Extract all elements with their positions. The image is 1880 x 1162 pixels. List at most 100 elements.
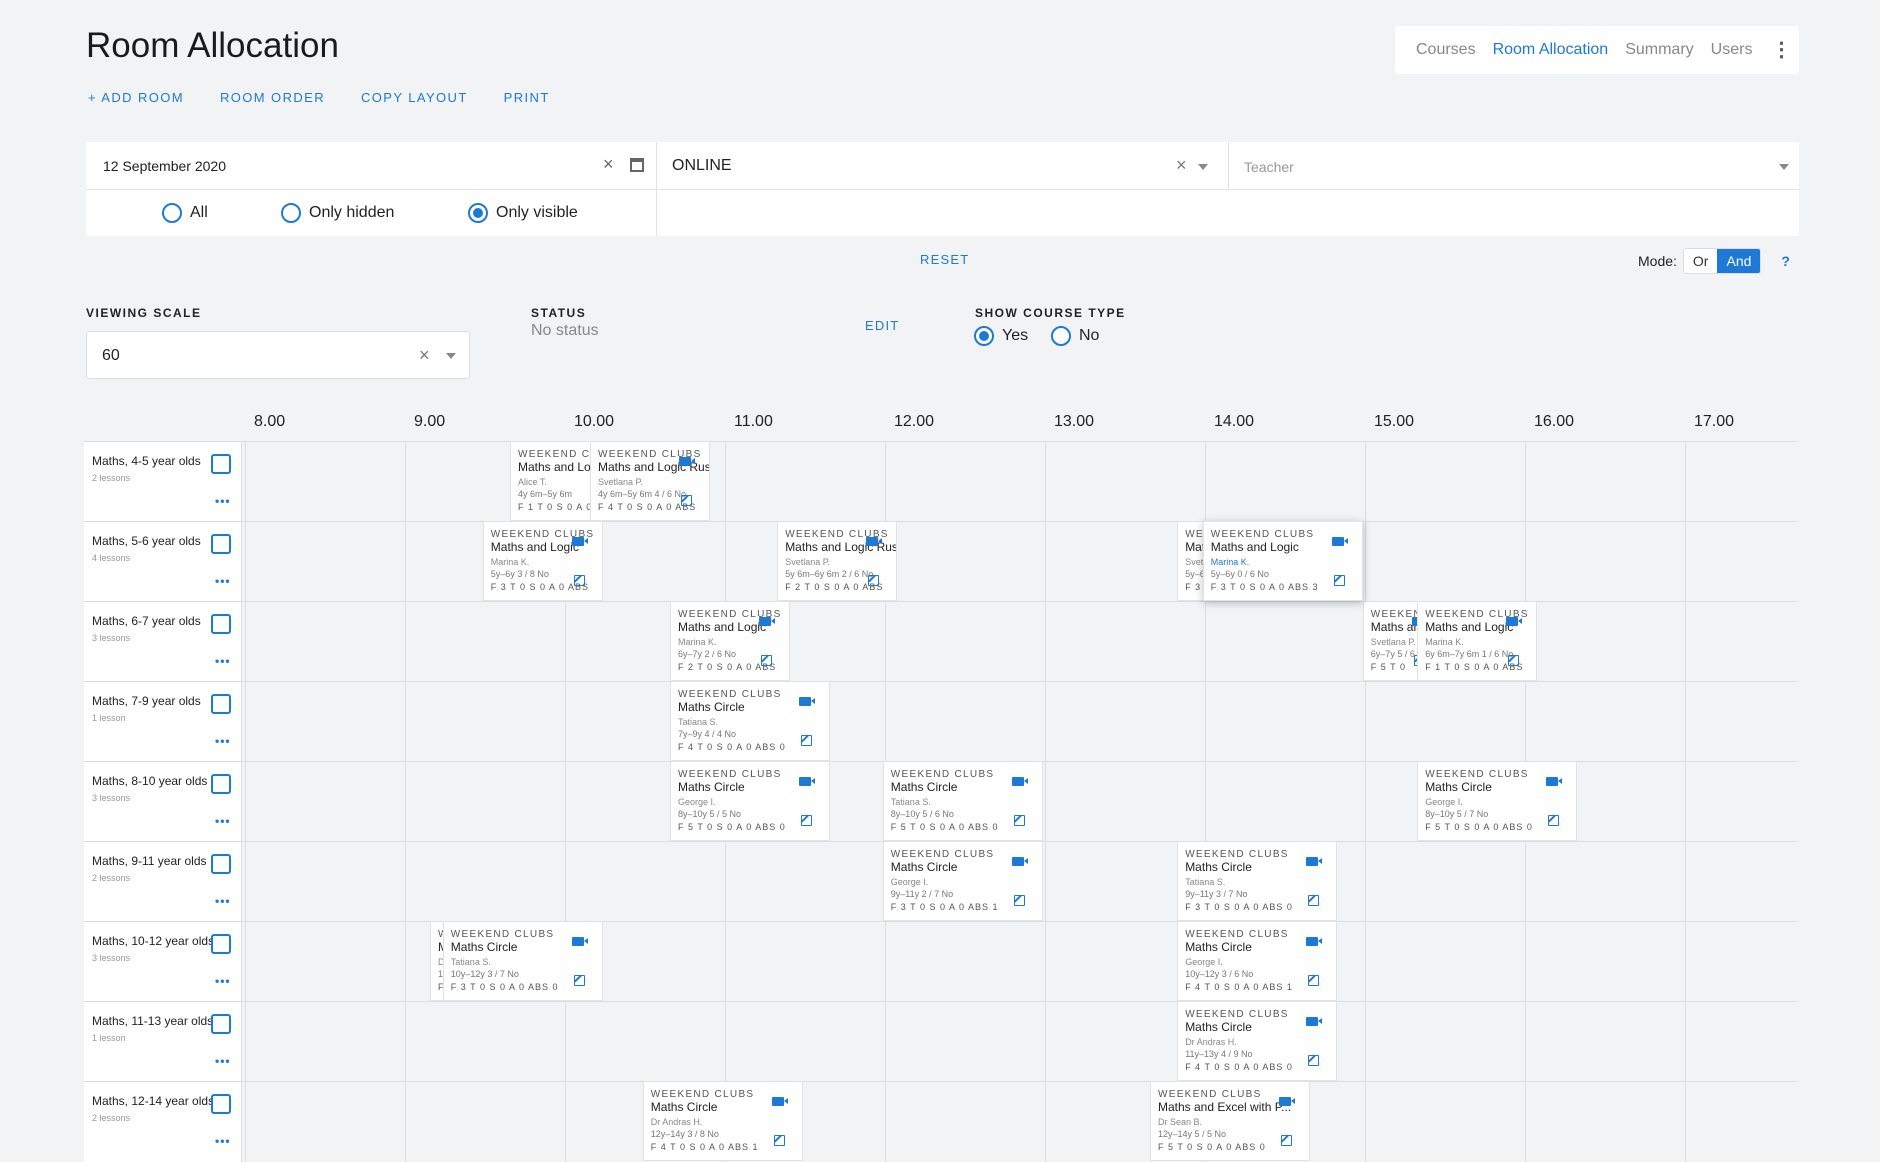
chevron-down-icon[interactable]: [446, 353, 456, 359]
room-more-icon[interactable]: •••: [215, 574, 231, 588]
mode-and-button[interactable]: And: [1717, 249, 1761, 273]
lesson-card[interactable]: WEEKEND CLUBS Maths and Logic Marina K. 5y–…: [482, 521, 603, 601]
video-icon[interactable]: [1546, 777, 1563, 786]
room-checkbox[interactable]: [211, 454, 231, 474]
more-menu-icon[interactable]: ⋮: [1771, 40, 1791, 60]
add-room-button[interactable]: + ADD ROOM: [88, 90, 184, 105]
edit-icon[interactable]: [801, 735, 812, 746]
lesson-card[interactable]: WEEKEND CLUBS Maths Circle Tatiana S. 10y–1…: [442, 921, 603, 1001]
edit-status-button[interactable]: EDIT: [865, 318, 899, 333]
chevron-down-icon[interactable]: [1198, 164, 1208, 170]
video-icon[interactable]: [799, 697, 815, 706]
video-icon[interactable]: [866, 537, 883, 546]
room-checkbox[interactable]: [211, 1014, 231, 1034]
help-icon[interactable]: ?: [1781, 253, 1790, 269]
course-type-yes[interactable]: Yes: [974, 326, 1028, 346]
course-type-yes-circle[interactable]: [974, 326, 994, 346]
edit-icon[interactable]: [868, 575, 880, 586]
video-icon[interactable]: [759, 617, 775, 626]
teacher-filter[interactable]: Teacher: [1229, 142, 1799, 190]
clear-date-icon[interactable]: ×: [603, 154, 614, 175]
lesson-card[interactable]: WEEKEND CLUBS Maths and Logic Marina K. 5y–…: [1202, 521, 1363, 601]
edit-icon[interactable]: [1308, 895, 1320, 906]
course-type-no[interactable]: No: [1051, 326, 1099, 346]
room-filter[interactable]: ONLINE ×: [657, 142, 1229, 190]
room-more-icon[interactable]: •••: [215, 1134, 231, 1148]
lesson-card[interactable]: WEEKEND CLUBS Maths Circle Dr Andras H. 11y…: [1177, 1001, 1338, 1081]
mode-or-button[interactable]: Or: [1683, 249, 1718, 273]
video-icon[interactable]: [1306, 937, 1323, 946]
chevron-down-icon[interactable]: [1779, 164, 1789, 170]
radio-all-circle[interactable]: [162, 203, 182, 223]
edit-icon[interactable]: [1548, 815, 1560, 826]
radio-only-hidden-circle[interactable]: [281, 203, 301, 223]
viewing-scale-select[interactable]: 60 ×: [86, 331, 470, 379]
room-more-icon[interactable]: •••: [215, 494, 231, 508]
edit-icon[interactable]: [761, 655, 772, 666]
room-more-icon[interactable]: •••: [215, 814, 231, 828]
clear-scale-icon[interactable]: ×: [419, 345, 430, 366]
room-checkbox[interactable]: [211, 854, 231, 874]
copy-layout-button[interactable]: COPY LAYOUT: [361, 90, 468, 105]
lesson-card[interactable]: WEEKEND CLUBS Maths Circle George I. 9y–11y…: [882, 841, 1043, 921]
room-checkbox[interactable]: [211, 694, 231, 714]
lesson-card[interactable]: WEEKEND CLUBS Maths Circle George I. 10y–12…: [1177, 921, 1338, 1001]
edit-icon[interactable]: [801, 815, 812, 826]
room-checkbox[interactable]: [211, 534, 231, 554]
edit-icon[interactable]: [681, 495, 692, 506]
lesson-card[interactable]: WEEKEND CLUBS Maths Circle Tatiana S. 9y–11…: [1177, 841, 1338, 921]
edit-icon[interactable]: [573, 975, 585, 986]
video-icon[interactable]: [1279, 1097, 1295, 1106]
room-more-icon[interactable]: •••: [215, 894, 231, 908]
nav-summary[interactable]: Summary: [1625, 41, 1693, 59]
room-order-button[interactable]: ROOM ORDER: [220, 90, 325, 105]
lesson-card[interactable]: WEEKEND CLUBS Maths Circle Dr Andras H. 12y…: [642, 1081, 803, 1161]
video-icon[interactable]: [1331, 537, 1348, 546]
edit-icon[interactable]: [573, 575, 585, 586]
lesson-card[interactable]: WEEKEND CLUBS Maths and Logic Rus Svetlana…: [777, 521, 898, 601]
lesson-card[interactable]: WEEKEND CLUBS Maths and Logic Rus Svetlana…: [590, 441, 710, 521]
edit-icon[interactable]: [1281, 1135, 1292, 1146]
nav-users[interactable]: Users: [1711, 41, 1753, 59]
calendar-icon[interactable]: [630, 158, 644, 172]
lesson-card[interactable]: WEEKEND CLUBS Maths Circle George I. 8y–10y…: [1417, 761, 1578, 841]
lesson-card[interactable]: WEEKEND CLUBS Maths Circle Tatiana S. 7y–9y…: [670, 681, 830, 761]
edit-icon[interactable]: [1013, 895, 1025, 906]
clear-room-icon[interactable]: ×: [1176, 155, 1187, 176]
date-filter[interactable]: 12 September 2020 ×: [86, 142, 657, 190]
radio-only-hidden[interactable]: Only hidden: [281, 203, 394, 223]
edit-icon[interactable]: [1308, 975, 1320, 986]
reset-button[interactable]: RESET: [920, 252, 969, 267]
video-icon[interactable]: [1011, 857, 1028, 866]
room-more-icon[interactable]: •••: [215, 1054, 231, 1068]
lesson-card[interactable]: WEEKEND CLUBS Maths and Excel with P... Dr…: [1150, 1081, 1310, 1161]
edit-icon[interactable]: [1013, 815, 1025, 826]
edit-icon[interactable]: [1333, 575, 1345, 586]
video-icon[interactable]: [1306, 857, 1323, 866]
course-type-no-circle[interactable]: [1051, 326, 1071, 346]
room-more-icon[interactable]: •••: [215, 654, 231, 668]
video-icon[interactable]: [771, 1097, 788, 1106]
video-icon[interactable]: [679, 457, 695, 466]
edit-icon[interactable]: [773, 1135, 785, 1146]
video-icon[interactable]: [799, 777, 815, 786]
print-button[interactable]: PRINT: [504, 90, 550, 105]
edit-icon[interactable]: [1508, 655, 1520, 666]
video-icon[interactable]: [1306, 1017, 1323, 1026]
room-checkbox[interactable]: [211, 934, 231, 954]
video-icon[interactable]: [1506, 617, 1523, 626]
lesson-card[interactable]: WEEKEND CLUBS Maths and Logic Marina K. 6y …: [1417, 601, 1538, 681]
room-checkbox[interactable]: [211, 774, 231, 794]
lesson-card[interactable]: WEEKEND CLUBS Maths Circle Tatiana S. 8y–10…: [882, 761, 1043, 841]
video-icon[interactable]: [571, 937, 588, 946]
room-checkbox[interactable]: [211, 614, 231, 634]
room-more-icon[interactable]: •••: [215, 974, 231, 988]
radio-only-visible-circle[interactable]: [468, 203, 488, 223]
radio-all[interactable]: All: [162, 203, 208, 223]
lesson-card[interactable]: WEEKEND CLUBS Maths and Logic Marina K. 6y–…: [670, 601, 790, 681]
edit-icon[interactable]: [1308, 1055, 1320, 1066]
room-checkbox[interactable]: [211, 1094, 231, 1114]
nav-room-allocation[interactable]: Room Allocation: [1493, 41, 1609, 59]
video-icon[interactable]: [571, 537, 588, 546]
radio-only-visible[interactable]: Only visible: [468, 203, 578, 223]
